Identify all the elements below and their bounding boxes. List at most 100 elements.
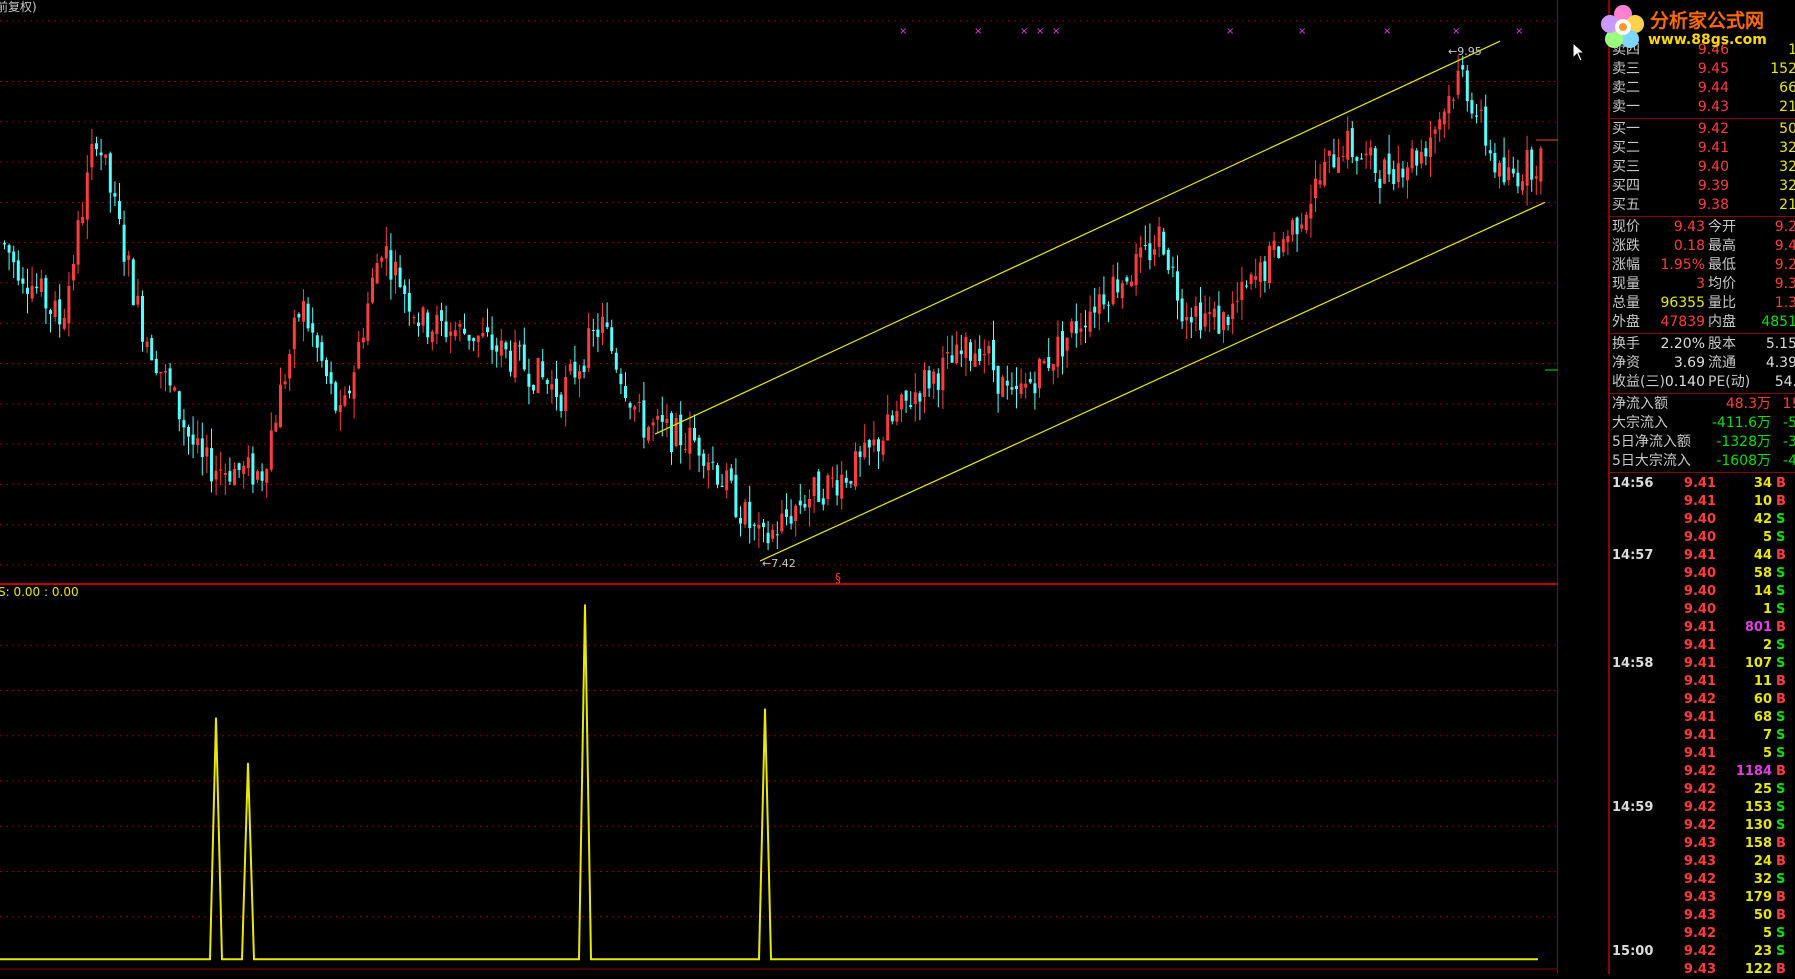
- candle-body: [1332, 154, 1336, 168]
- candle-body: [1461, 65, 1465, 70]
- tick-volume: 14: [1753, 584, 1772, 599]
- candle-body: [518, 345, 522, 347]
- candle-body: [122, 224, 126, 262]
- candle-body: [679, 414, 683, 446]
- candle-body: [1111, 276, 1115, 305]
- indicator-header: S: 0.00 : 0.00: [0, 585, 79, 599]
- tick-volume: 1184: [1735, 764, 1772, 779]
- candle-body: [1507, 167, 1511, 180]
- candle-body: [1024, 383, 1028, 388]
- quote-value: 1.95%: [1660, 257, 1705, 273]
- candle-body: [85, 172, 89, 220]
- candle-body: [1245, 285, 1248, 287]
- buy-level[interactable]: 买五 9.38 21: [1610, 196, 1795, 215]
- sell-level[interactable]: 卖三 9.45 152: [1610, 60, 1795, 79]
- candle-body: [371, 277, 374, 303]
- tick-volume: 60: [1753, 692, 1772, 707]
- candle-body: [315, 335, 319, 348]
- tick-row: 9.41 5 S: [1610, 745, 1795, 763]
- quote-label-2: 最高: [1708, 238, 1736, 254]
- buy-level[interactable]: 买三 9.40 32: [1610, 158, 1795, 177]
- chart-area[interactable]: 前复权) S: 0.00 : 0.00 10.19.809.609.409.20…: [0, 0, 1608, 974]
- tick-price: 9.41: [1683, 494, 1716, 509]
- candle-body: [1084, 325, 1087, 328]
- buy-level[interactable]: 买二 9.41 32: [1610, 139, 1795, 158]
- candle-body: [527, 373, 531, 387]
- quote-value: 9.43: [1673, 219, 1705, 235]
- candle-body: [697, 437, 701, 456]
- sell-price: 9.43: [1697, 99, 1729, 115]
- tick-row: 9.43 179 B: [1610, 889, 1795, 907]
- channel-upper-line: [654, 40, 1501, 435]
- candle-body: [619, 373, 623, 385]
- tick-row: 9.40 42 S: [1610, 511, 1795, 529]
- candle-body: [1015, 385, 1018, 390]
- candle-body: [269, 430, 273, 470]
- candle-body: [283, 381, 287, 385]
- tick-volume: 158: [1744, 836, 1772, 851]
- candle-body: [3, 242, 6, 245]
- buy-volume: 32: [1779, 178, 1795, 194]
- candle-body: [950, 355, 954, 363]
- candle-body: [1125, 277, 1129, 282]
- buy-price: 9.40: [1697, 159, 1729, 175]
- logo-url: www.88gs.com: [1648, 32, 1767, 48]
- candle-body: [62, 317, 66, 329]
- candle-body: [375, 263, 379, 284]
- candle-body: [265, 469, 269, 483]
- tick-volume: 25: [1753, 782, 1772, 797]
- candle-body: [651, 422, 655, 426]
- tick-price: 9.41: [1683, 638, 1716, 653]
- candle-body: [279, 384, 282, 428]
- candle-body: [513, 342, 517, 378]
- candle-body: [1387, 153, 1391, 175]
- candle-body: [490, 334, 494, 350]
- signal-x-marker: ×: [1226, 26, 1234, 37]
- sell-level[interactable]: 卖一 9.43 21: [1610, 98, 1795, 117]
- candle-body: [495, 345, 499, 352]
- candle-body: [219, 469, 223, 471]
- candle-body: [453, 330, 457, 337]
- candle-body: [486, 327, 489, 333]
- tick-price: 9.41: [1683, 656, 1716, 671]
- quote-row: 涨幅 1.95% 最低 9.2: [1610, 256, 1795, 275]
- candle-body: [693, 428, 696, 441]
- channel-lower-line: [759, 201, 1546, 562]
- candle-body: [136, 295, 140, 305]
- kline-chart[interactable]: 前复权) S: 0.00 : 0.00 10.19.809.609.409.20…: [0, 0, 1608, 974]
- tick-row: 9.40 58 S: [1610, 565, 1795, 583]
- candle-body: [670, 413, 673, 452]
- buy-level[interactable]: 买一 9.42 50: [1610, 120, 1795, 139]
- candle-body: [1406, 167, 1409, 181]
- candle-body: [223, 473, 227, 475]
- tick-time: 15:00: [1612, 944, 1654, 959]
- tick-row: 9.43 50 B: [1610, 907, 1795, 925]
- tick-side: B: [1776, 674, 1786, 689]
- candle-body: [1180, 298, 1184, 322]
- candle-body: [780, 513, 784, 532]
- candle-body: [150, 338, 154, 361]
- candle-body: [297, 313, 301, 318]
- candle-body: [1217, 305, 1221, 334]
- divider: [1610, 472, 1795, 473]
- tick-volume: 179: [1744, 890, 1772, 905]
- candle-body: [881, 440, 885, 455]
- sell-level[interactable]: 卖二 9.44 66: [1610, 79, 1795, 98]
- candle-body: [26, 287, 29, 294]
- fundamental-label-2: 流通: [1708, 355, 1736, 371]
- buy-level[interactable]: 买四 9.39 32: [1610, 177, 1795, 196]
- tick-price: 9.42: [1683, 800, 1716, 815]
- tick-side: S: [1776, 530, 1786, 545]
- tick-price: 9.41: [1683, 548, 1716, 563]
- candle-body: [1074, 321, 1078, 334]
- candle-body: [338, 405, 342, 413]
- tick-row: 9.41 68 S: [1610, 709, 1795, 727]
- quote-label: 现价: [1612, 219, 1640, 235]
- candle-body: [1350, 128, 1354, 158]
- candle-body: [969, 342, 972, 361]
- candle-body: [1235, 300, 1239, 302]
- buy-volume: 32: [1779, 159, 1795, 175]
- quote-label-2: 均价: [1708, 276, 1736, 292]
- candle-body: [352, 372, 356, 399]
- fundamental-value: 0.140: [1664, 374, 1705, 390]
